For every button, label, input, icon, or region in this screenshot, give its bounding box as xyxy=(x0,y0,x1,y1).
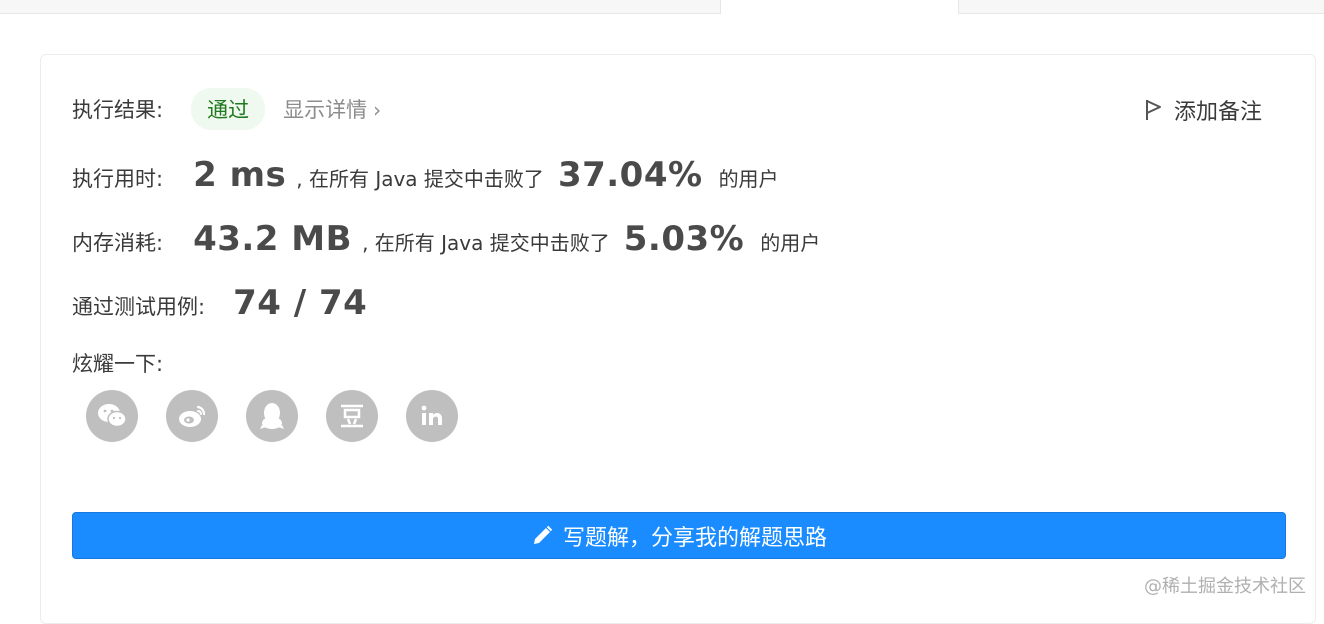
watermark: @稀土掘金技术社区 xyxy=(1144,576,1306,597)
weibo-share-button[interactable] xyxy=(166,390,218,442)
linkedin-icon xyxy=(421,405,442,425)
memory-suffix: 的用户 xyxy=(760,231,821,255)
qq-icon xyxy=(260,403,284,429)
runtime-text: , 在所有 Java 提交中击败了 xyxy=(296,167,544,191)
wechat-share-button[interactable] xyxy=(86,390,138,442)
memory-label: 内存消耗: xyxy=(72,231,164,255)
memory-percent: 5.03% xyxy=(623,219,745,259)
linkedin-share-button[interactable] xyxy=(406,390,458,442)
flag-icon xyxy=(1145,100,1161,120)
add-note-label: 添加备注 xyxy=(1173,100,1262,125)
add-note-button[interactable]: 添加备注 xyxy=(1144,94,1262,126)
tab-active[interactable] xyxy=(721,0,958,14)
memory-row: 内存消耗: 43.2 MB , 在所有 Java 提交中击败了 5.03% 的用… xyxy=(72,219,820,259)
memory-text: , 在所有 Java 提交中击败了 xyxy=(362,231,610,255)
runtime-percent: 37.04% xyxy=(557,155,703,195)
tab-left[interactable] xyxy=(0,0,721,14)
status-badge: 通过 xyxy=(191,88,266,130)
runtime-label: 执行用时: xyxy=(72,167,164,191)
show-details-link[interactable]: 显示详情 › xyxy=(283,94,381,124)
memory-value: 43.2 MB xyxy=(193,219,353,259)
douban-icon xyxy=(341,404,363,428)
qq-share-button[interactable] xyxy=(246,390,298,442)
tests-row: 通过测试用例: 74 / 74 xyxy=(72,283,367,323)
tests-value: 74 / 74 xyxy=(233,283,368,323)
top-tab-bar xyxy=(0,0,1324,14)
show-details-label: 显示详情 xyxy=(283,98,368,122)
write-solution-button[interactable]: 写题解，分享我的解题思路 xyxy=(72,512,1286,559)
wechat-icon xyxy=(98,404,127,428)
share-row: 炫耀一下: xyxy=(72,348,163,378)
chevron-right-icon: › xyxy=(373,98,382,122)
runtime-row: 执行用时: 2 ms , 在所有 Java 提交中击败了 37.04% 的用户 xyxy=(72,155,779,195)
tests-label: 通过测试用例: xyxy=(72,295,206,319)
result-row: 执行结果: 通过 显示详情 › xyxy=(72,88,381,130)
pencil-icon xyxy=(533,525,553,544)
write-solution-label: 写题解，分享我的解题思路 xyxy=(562,525,827,551)
runtime-value: 2 ms xyxy=(193,155,287,195)
tab-right[interactable] xyxy=(958,0,1324,14)
share-icons xyxy=(86,390,458,442)
weibo-icon xyxy=(179,405,206,427)
share-label: 炫耀一下: xyxy=(72,352,164,376)
result-label: 执行结果: xyxy=(72,98,164,122)
douban-share-button[interactable] xyxy=(326,390,378,442)
runtime-suffix: 的用户 xyxy=(718,167,779,191)
